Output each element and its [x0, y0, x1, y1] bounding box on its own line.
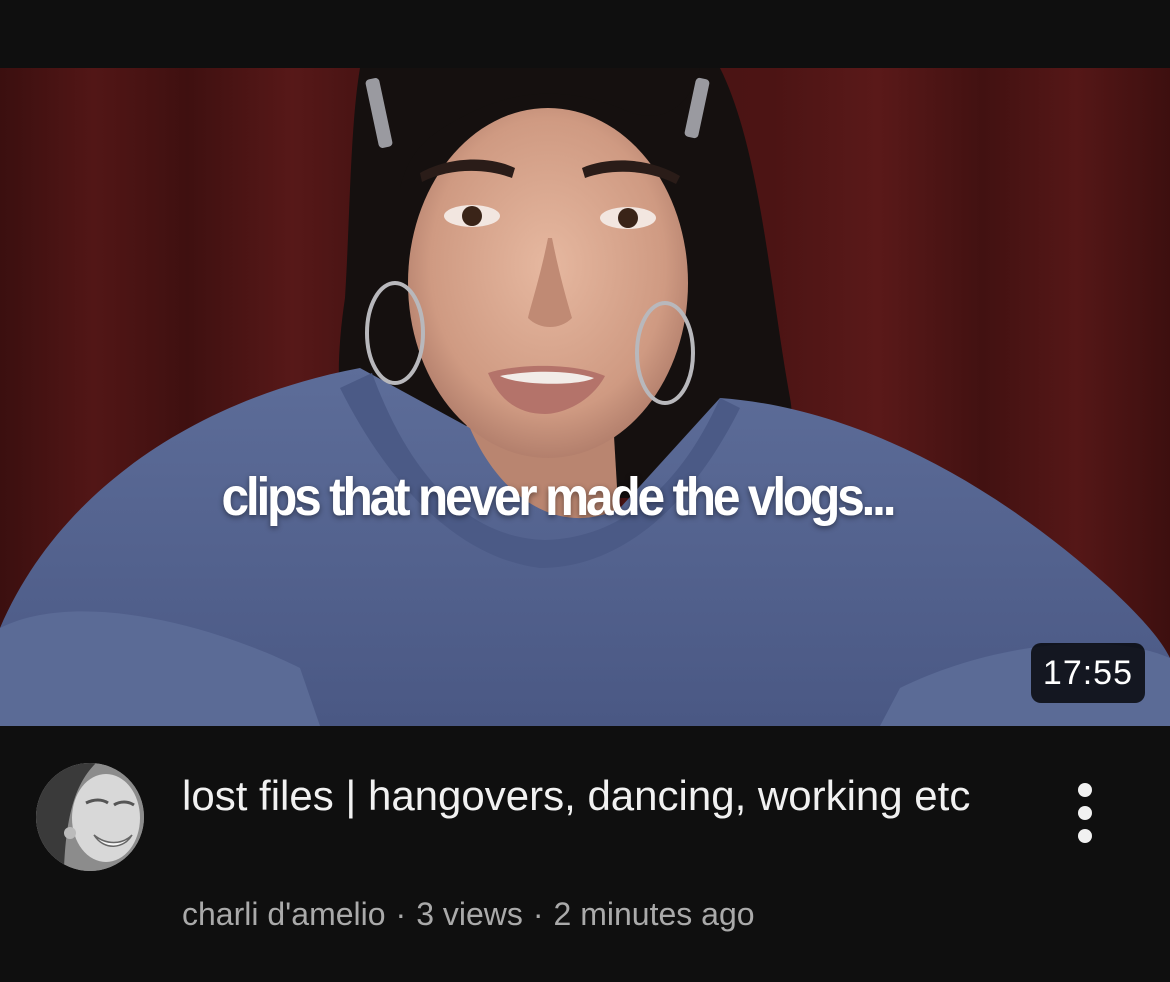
- video-info: lost files | hangovers, dancing, working…: [0, 726, 1170, 982]
- video-thumbnail[interactable]: clips that never made the vlogs... 17:55: [0, 68, 1170, 726]
- video-meta: charli d'amelio · 3 views · 2 minutes ago: [182, 892, 755, 936]
- more-vert-icon[interactable]: [1062, 770, 1108, 856]
- thumbnail-image: [0, 68, 1170, 726]
- channel-name[interactable]: charli d'amelio: [182, 896, 386, 932]
- upload-age: 2 minutes ago: [553, 896, 755, 932]
- kebab-dot: [1078, 806, 1092, 820]
- video-card: clips that never made the vlogs... 17:55…: [0, 0, 1170, 982]
- top-bar: [0, 0, 1170, 68]
- meta-separator: ·: [532, 896, 544, 932]
- video-title[interactable]: lost files | hangovers, dancing, working…: [182, 766, 1002, 826]
- avatar-image: [36, 763, 144, 871]
- view-count: 3 views: [416, 896, 523, 932]
- kebab-dot: [1078, 829, 1092, 843]
- thumbnail-caption: clips that never made the vlogs...: [221, 467, 896, 527]
- kebab-dot: [1078, 783, 1092, 797]
- duration-badge: 17:55: [1030, 643, 1145, 703]
- meta-separator: ·: [395, 896, 407, 932]
- channel-avatar[interactable]: [36, 763, 144, 871]
